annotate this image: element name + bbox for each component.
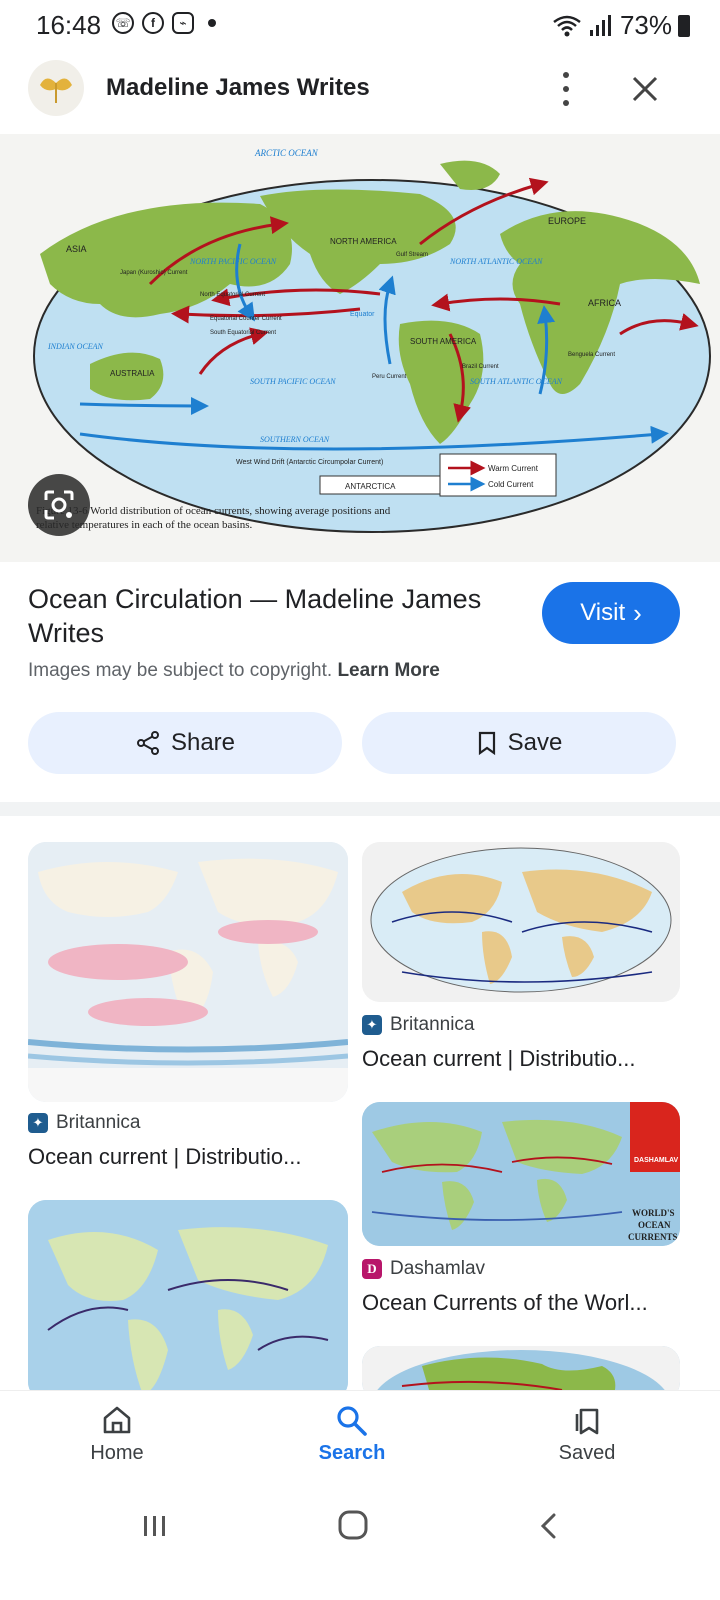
status-bar: 16:48 ☏ f ⌁ 73%	[0, 0, 720, 52]
search-icon	[337, 1406, 367, 1436]
label-arctic: ARCTIC OCEAN	[254, 148, 319, 158]
related-source-label: Dashamlav	[390, 1258, 486, 1279]
map-thumbnail	[362, 842, 680, 1002]
battery-icon	[678, 14, 690, 37]
home-system-icon[interactable]	[336, 1508, 370, 1542]
related-source-3: D Dashamlav	[362, 1258, 485, 1280]
label-africa: AFRICA	[588, 298, 621, 308]
signal-icon	[589, 14, 611, 36]
label-brazil: Brazil Current	[462, 364, 499, 370]
share-icon	[136, 731, 159, 755]
map-thumbnail: DASHAMLAV WORLD'S OCEAN CURRENTS	[362, 1102, 680, 1246]
dashamlav-overlay-3: CURRENTS	[628, 1232, 678, 1242]
back-icon[interactable]	[536, 1510, 562, 1542]
legend-warm: Warm Current	[488, 464, 539, 473]
related-source-1: ✦ Britannica	[362, 1014, 475, 1036]
label-australia: AUSTRALIA	[110, 369, 155, 378]
system-nav-bar	[0, 1494, 720, 1600]
nav-saved[interactable]: Saved	[517, 1404, 657, 1465]
result-title[interactable]: Ocean Circulation — Madeline James Write…	[28, 582, 528, 650]
related-title-1[interactable]: Ocean current | Distributio...	[362, 1046, 636, 1072]
label-south-america: SOUTH AMERICA	[410, 337, 477, 346]
label-north-pacific: NORTH PACIFIC OCEAN	[189, 257, 277, 266]
label-west-wind: West Wind Drift (Antarctic Circumpolar C…	[236, 459, 383, 466]
label-southern: SOUTHERN OCEAN	[260, 435, 330, 444]
share-button[interactable]: Share	[28, 712, 342, 774]
wifi-icon	[553, 15, 581, 36]
section-divider	[0, 802, 720, 816]
lens-icon	[44, 490, 74, 520]
close-icon[interactable]	[628, 72, 662, 106]
label-north-america: NORTH AMERICA	[330, 237, 397, 246]
dashamlav-overlay-1: WORLD'S	[632, 1208, 675, 1218]
related-title-2[interactable]: Ocean current | Distributio...	[28, 1144, 302, 1170]
label-benguela: Benguela Current	[568, 352, 615, 358]
related-thumb-3[interactable]	[28, 1200, 348, 1400]
label-gulf-stream: Gulf Stream	[396, 252, 428, 258]
hero-image[interactable]: ARCTIC OCEAN ASIA EUROPE AFRICA NORTH AM…	[0, 134, 720, 562]
dashamlav-overlay-2: OCEAN	[638, 1220, 671, 1230]
notification-icons: ☏ f ⌁	[112, 12, 216, 34]
nav-search[interactable]: Search	[282, 1404, 422, 1465]
label-north-atlantic: NORTH ATLANTIC OCEAN	[449, 257, 543, 266]
battery-percent: 73%	[619, 10, 672, 40]
britannica-icon: ✦	[362, 1015, 382, 1035]
bookmark-icon	[478, 731, 495, 756]
label-peru: Peru Current	[372, 374, 407, 380]
map-thumbnail	[28, 842, 348, 1102]
related-title-3[interactable]: Ocean Currents of the Worl...	[362, 1290, 648, 1316]
label-south-pacific: SOUTH PACIFIC OCEAN	[250, 377, 336, 386]
copyright-notice: Images may be subject to copyright. Lear…	[28, 660, 440, 682]
label-indian: INDIAN OCEAN	[47, 342, 104, 351]
visit-button[interactable]: Visit ›	[542, 582, 680, 644]
status-time: 16:48	[36, 10, 102, 40]
status-right: 73%	[552, 10, 690, 41]
site-logo-icon	[40, 78, 72, 103]
nav-home[interactable]: Home	[47, 1404, 187, 1465]
related-thumb-4[interactable]: DASHAMLAV WORLD'S OCEAN CURRENTS	[362, 1102, 680, 1246]
related-source-label: Britannica	[56, 1112, 141, 1133]
facebook-icon: f	[142, 12, 164, 34]
label-south-equatorial: South Equatorial Current	[210, 330, 276, 336]
save-label: Save	[507, 729, 563, 756]
recent-apps-icon[interactable]	[140, 1510, 170, 1542]
britannica-icon: ✦	[28, 1113, 48, 1133]
messenger-icon: ⌁	[172, 12, 194, 34]
label-south-atlantic: SOUTH ATLANTIC OCEAN	[470, 377, 563, 386]
map-legend	[439, 453, 557, 497]
saved-collections-icon	[575, 1408, 599, 1435]
nav-home-label: Home	[90, 1442, 144, 1464]
related-source-label: Britannica	[390, 1014, 475, 1035]
label-north-equatorial: North Equatorial Current	[200, 292, 265, 298]
visit-label: Visit	[580, 599, 626, 626]
label-kuroshio: Japan (Kuroshio) Current	[120, 270, 188, 276]
dashamlav-icon: D	[362, 1259, 382, 1279]
legend-cold: Cold Current	[488, 480, 534, 489]
ocean-currents-map: ARCTIC OCEAN ASIA EUROPE AFRICA NORTH AM…	[0, 134, 720, 562]
dashamlav-brand: DASHAMLAV	[634, 1157, 679, 1164]
label-asia: ASIA	[66, 244, 87, 254]
chevron-right-icon: ›	[633, 597, 642, 628]
google-lens-button[interactable]	[28, 474, 90, 536]
label-equator: Equator	[350, 311, 375, 318]
more-options-icon[interactable]	[556, 72, 576, 106]
related-thumb-1[interactable]	[28, 842, 348, 1102]
site-avatar[interactable]	[28, 60, 84, 116]
related-thumb-2[interactable]	[362, 842, 680, 1002]
nav-saved-label: Saved	[558, 1442, 616, 1464]
learn-more-link[interactable]: Learn More	[337, 660, 439, 681]
copyright-text: Images may be subject to copyright.	[28, 660, 333, 681]
label-europe: EUROPE	[548, 216, 586, 226]
home-icon	[103, 1406, 131, 1434]
label-antarctica: ANTARCTICA	[345, 482, 396, 491]
site-name[interactable]: Madeline James Writes	[106, 74, 370, 102]
whatsapp-icon: ☏	[112, 12, 134, 34]
share-label: Share	[170, 729, 236, 756]
save-button[interactable]: Save	[362, 712, 676, 774]
nav-search-label: Search	[318, 1442, 386, 1464]
map-thumbnail	[28, 1200, 348, 1400]
more-notifications-dot	[208, 19, 216, 27]
related-source-2: ✦ Britannica	[28, 1112, 141, 1134]
label-equatorial-counter: Equatorial Counter Current	[210, 316, 282, 322]
